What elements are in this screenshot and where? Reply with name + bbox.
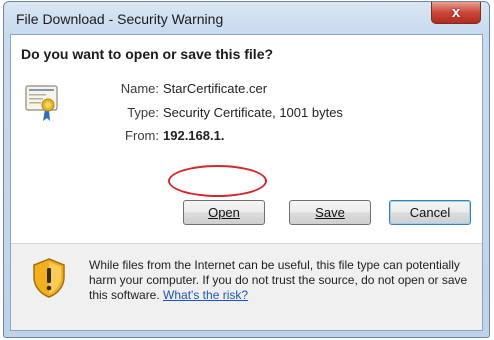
open-button-highlight (168, 165, 267, 197)
warning-message: While files from the Internet can be use… (89, 258, 485, 303)
type-value: Security Certificate, 1001 bytes (163, 105, 343, 120)
separator (11, 243, 482, 244)
cancel-button[interactable]: Cancel (389, 200, 471, 225)
certificate-icon (25, 85, 58, 121)
cancel-button-label: Cancel (409, 205, 451, 220)
from-label: From: (125, 128, 159, 143)
close-icon: x (451, 4, 461, 21)
from-row: From: (89, 128, 159, 144)
open-button[interactable]: Open (183, 200, 265, 225)
type-label: Type: (127, 105, 159, 120)
dialog-question: Do you want to open or save this file? (21, 46, 274, 62)
window-title: File Download - Security Warning (16, 11, 224, 27)
main-pane: Do you want to open or save this file? N… (11, 35, 482, 243)
save-button-label: Save (315, 205, 345, 220)
name-value: StarCertificate.cer (163, 81, 268, 96)
type-row: Type: (89, 105, 159, 121)
name-row: Name: (89, 81, 159, 97)
save-button[interactable]: Save (289, 200, 371, 225)
whats-the-risk-link[interactable]: What's the risk? (163, 288, 248, 302)
from-value: 192.168.1. (163, 128, 225, 143)
file-download-dialog: File Download - Security Warning x Do yo… (3, 1, 490, 338)
open-button-label: Open (208, 205, 240, 220)
warning-text: While files from the Internet can be use… (89, 258, 468, 302)
name-label: Name: (120, 81, 159, 96)
shield-warning-icon (33, 258, 65, 298)
close-button[interactable]: x (431, 2, 481, 24)
